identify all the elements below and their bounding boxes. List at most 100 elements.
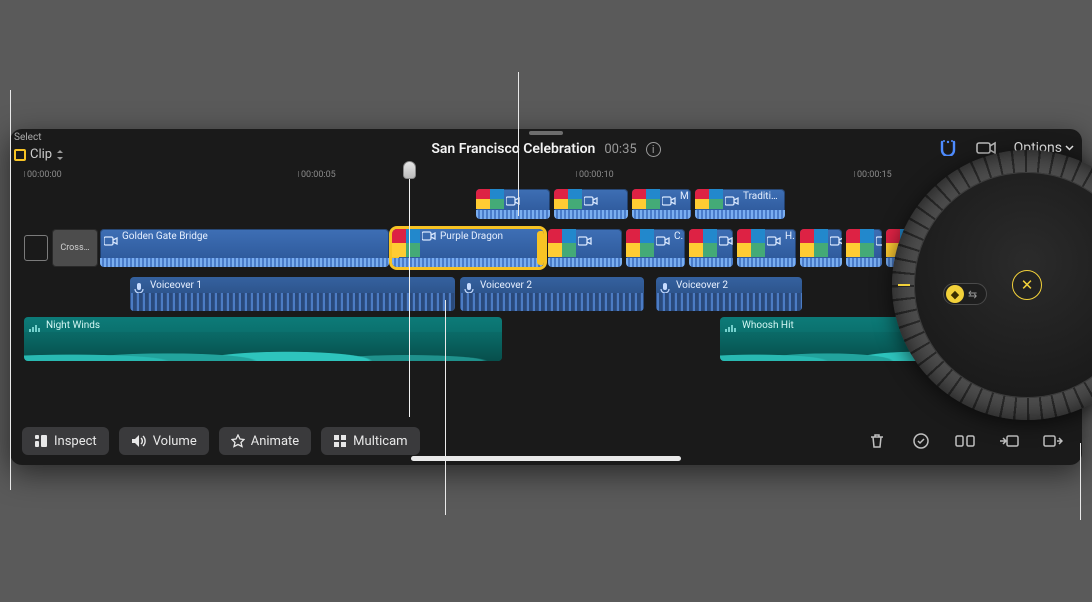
voiceover-label: Voiceover 2	[676, 280, 728, 291]
clip-waveform	[392, 258, 544, 267]
transition-label: Cross…	[60, 243, 89, 253]
clip-label: Happy…	[785, 231, 794, 242]
volume-button[interactable]: Volume	[119, 427, 209, 455]
primary-clip[interactable]: C…	[626, 229, 685, 267]
voiceover-clip[interactable]: Voiceover 2	[460, 277, 644, 311]
clip-thumbnail	[476, 189, 504, 209]
trash-button[interactable]	[860, 427, 894, 455]
primary-clip[interactable]: Pa…	[846, 229, 882, 267]
clip-waveform	[800, 258, 842, 267]
camera-icon	[876, 231, 882, 250]
clip-thumbnail	[695, 189, 723, 209]
leader-line	[1080, 443, 1081, 520]
camera-icon	[422, 231, 436, 244]
info-icon[interactable]: i	[646, 142, 661, 157]
clip-thumbnail	[737, 229, 765, 257]
jog-mode-pill[interactable]: ◆ ⇆	[943, 283, 987, 305]
clip-thumbnail	[554, 189, 582, 209]
playhead[interactable]	[409, 171, 410, 417]
music-clip[interactable]: Night Winds	[24, 317, 502, 361]
volume-label: Volume	[153, 434, 197, 449]
ruler-tick-label: 00:00:05	[301, 170, 336, 180]
camera-icon	[662, 191, 676, 210]
ruler-tick-label: 00:00:15	[857, 170, 892, 180]
clip-thumbnail	[800, 229, 828, 257]
primary-clip[interactable]: Purple Dragon	[392, 229, 544, 267]
camera-icon	[830, 231, 842, 250]
clip-thumbnail	[689, 229, 717, 257]
clip-label: Traditi…	[743, 191, 783, 202]
connected-clip[interactable]: Traditi…	[695, 189, 785, 219]
connected-clip[interactable]	[554, 189, 628, 219]
multicam-button[interactable]: Multicam	[321, 427, 419, 455]
primary-clip[interactable]: Golden Gate Bridge	[100, 229, 389, 267]
primary-clip[interactable]: C…	[689, 229, 733, 267]
connected-clip[interactable]	[476, 189, 550, 219]
multicam-label: Multicam	[353, 434, 407, 449]
camera-icon	[104, 231, 118, 250]
ruler-tick-label: 00:00:00	[27, 170, 62, 180]
camera-icon	[767, 231, 781, 250]
audio-waveform	[460, 293, 644, 311]
time-ruler[interactable]: 00:00:0000:00:0500:00:1000:00:15	[10, 171, 1082, 187]
clip-waveform	[548, 258, 622, 267]
clip-waveform	[100, 258, 389, 267]
playhead-knob[interactable]	[403, 161, 416, 179]
chevron-down-icon	[1065, 145, 1074, 151]
jog-wheel-close-button[interactable]: ✕	[1012, 270, 1042, 300]
leader-line	[445, 300, 446, 515]
camera-icon	[578, 231, 592, 250]
clip-thumbnail	[392, 229, 420, 257]
animate-label: Animate	[251, 434, 299, 449]
project-duration: 00:35	[604, 142, 636, 157]
clip-label: Golden Gate Bridge	[122, 231, 387, 242]
leader-line	[10, 90, 11, 490]
clip-label: Purple Dragon	[440, 231, 542, 242]
clip-start-well[interactable]	[24, 235, 48, 261]
clip-thumbnail	[548, 229, 576, 257]
audio-waveform	[656, 293, 802, 311]
camera-icon[interactable]	[976, 141, 996, 155]
clip-waveform	[689, 258, 733, 267]
clip-waveform	[626, 258, 685, 267]
voiceover-label: Voiceover 1	[150, 280, 202, 291]
timeline-header: Select Clip San Francisco Celebration 00…	[10, 129, 1082, 171]
enable-button[interactable]	[904, 427, 938, 455]
insert-button[interactable]	[992, 427, 1026, 455]
append-button[interactable]	[1036, 427, 1070, 455]
clip-label: C…	[674, 231, 683, 242]
jog-wheel-marker	[898, 284, 910, 286]
split-button[interactable]	[948, 427, 982, 455]
primary-clip[interactable]: Happy…	[737, 229, 796, 267]
primary-clip[interactable]	[548, 229, 622, 267]
inspect-label: Inspect	[54, 434, 97, 449]
clip-waveform	[554, 210, 628, 219]
primary-clip[interactable]	[800, 229, 842, 267]
camera-icon	[656, 231, 670, 250]
connected-clip[interactable]: M…	[632, 189, 691, 219]
audio-waveform	[24, 332, 502, 361]
project-title-wrap: San Francisco Celebration 00:35 i	[10, 141, 1082, 157]
clip-waveform	[737, 258, 796, 267]
camera-icon	[725, 191, 739, 210]
clip-label: M…	[680, 191, 689, 202]
audio-waveform	[130, 293, 455, 311]
camera-icon	[719, 231, 733, 250]
music-label: Whoosh Hit	[742, 320, 794, 331]
voiceover-clip[interactable]: Voiceover 2	[656, 277, 802, 311]
clip-waveform	[695, 210, 785, 219]
music-label: Night Winds	[46, 320, 100, 331]
voiceover-label: Voiceover 2	[480, 280, 532, 291]
inspect-button[interactable]: Inspect	[22, 427, 109, 455]
camera-icon	[584, 191, 598, 210]
swap-icon: ⇆	[968, 288, 977, 301]
clip-waveform	[476, 210, 550, 219]
voiceover-clip[interactable]: Voiceover 1	[130, 277, 455, 311]
magnetic-icon[interactable]	[938, 140, 958, 156]
animate-button[interactable]: Animate	[219, 427, 311, 455]
clip-thumbnail	[846, 229, 874, 257]
clip-waveform	[632, 210, 691, 219]
clip-thumbnail	[632, 189, 660, 209]
transition-clip[interactable]: Cross…	[52, 229, 98, 267]
home-indicator	[411, 456, 681, 461]
